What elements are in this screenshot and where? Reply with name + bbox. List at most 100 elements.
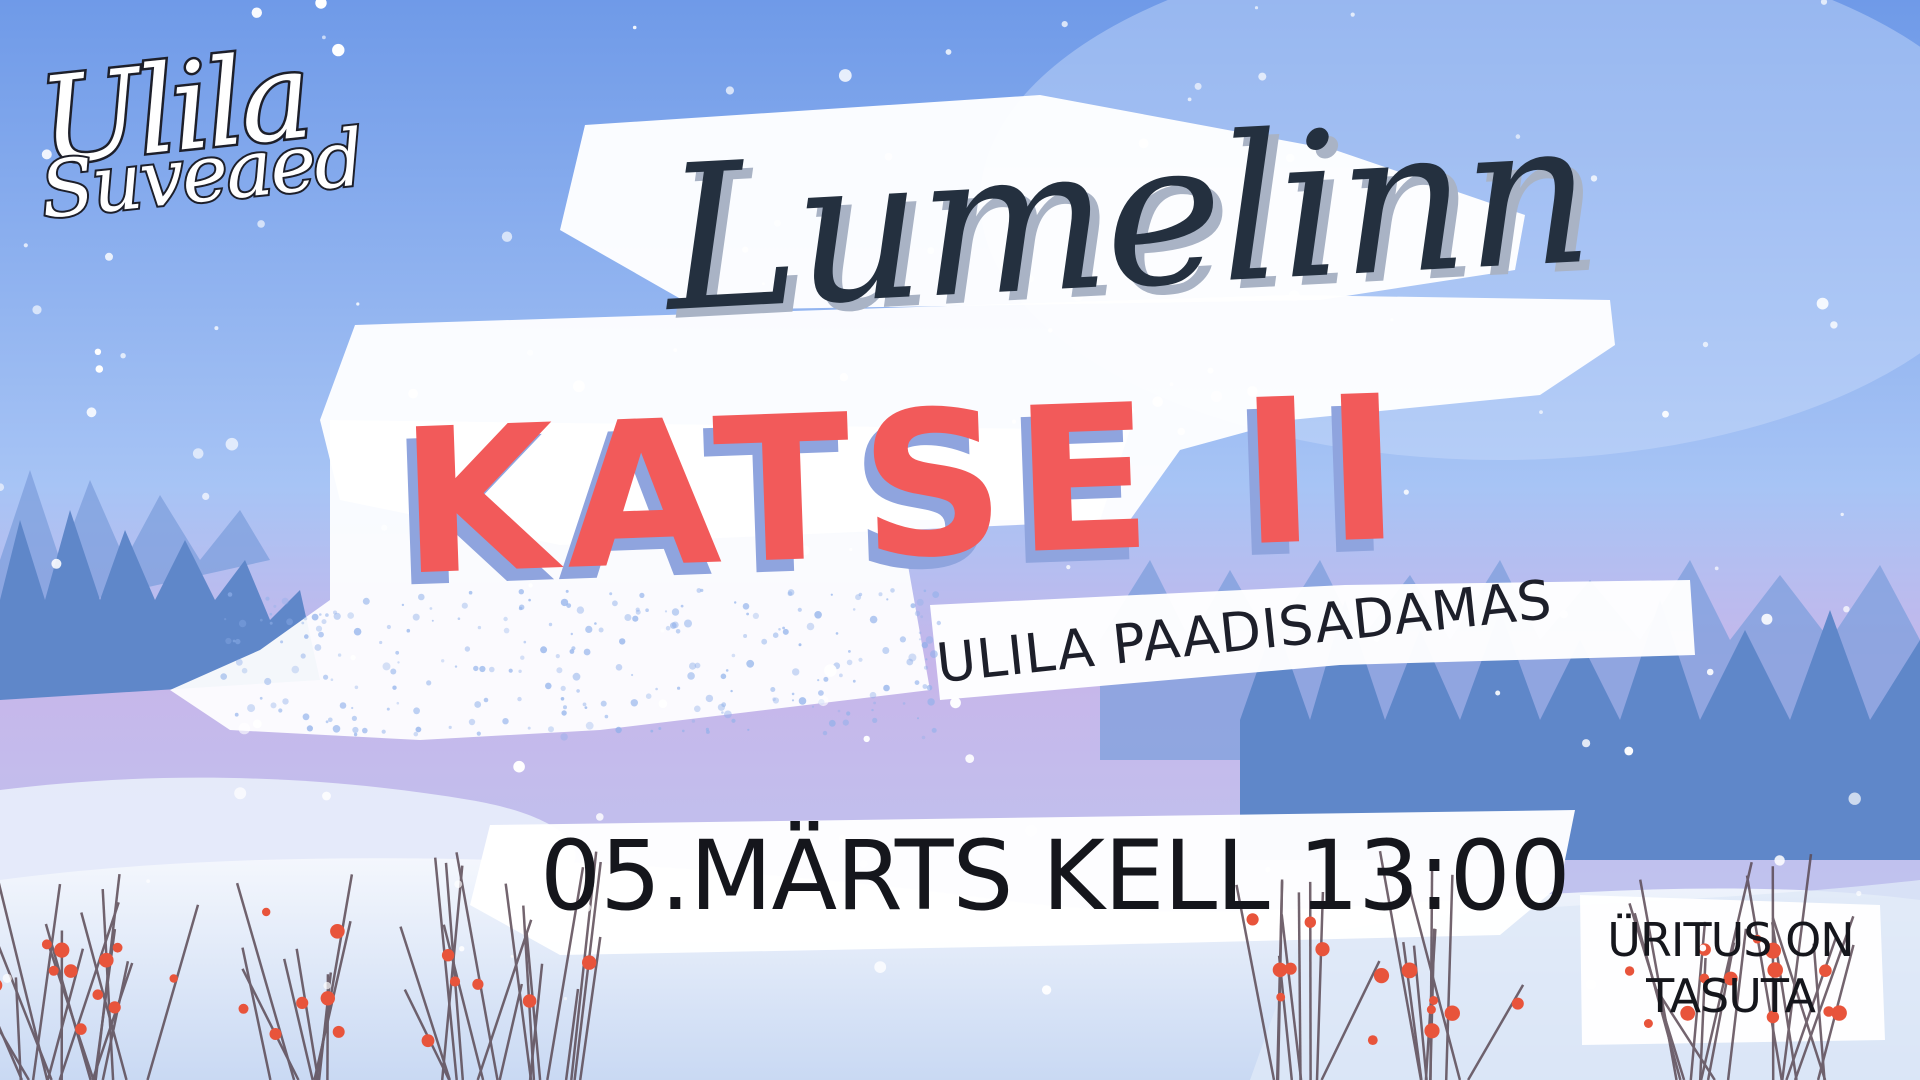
- brush-speckle: [782, 628, 789, 635]
- brush-speckle: [823, 676, 829, 682]
- brush-speckle: [270, 702, 277, 709]
- brush-speckle: [585, 625, 593, 634]
- brush-speckle: [362, 597, 370, 605]
- brush-speckle: [520, 655, 525, 660]
- brush-speckle: [502, 718, 509, 725]
- brush-speckle: [259, 618, 263, 622]
- red-berry: [1401, 962, 1418, 979]
- brush-speckle: [584, 706, 588, 709]
- brush-speckle: [828, 719, 836, 727]
- snowflake: [1194, 82, 1202, 90]
- brush-speckle: [354, 685, 359, 690]
- snowflake: [323, 981, 331, 990]
- snowflake: [501, 231, 513, 242]
- snowflake: [660, 628, 665, 633]
- brush-speckle: [724, 710, 732, 719]
- red-berry: [330, 924, 345, 939]
- brush-speckle: [247, 704, 256, 713]
- brush-speckle: [426, 680, 432, 686]
- red-berry: [441, 949, 455, 962]
- brush-speckle: [303, 616, 308, 621]
- snowflake: [1624, 746, 1634, 756]
- snowflake: [225, 437, 239, 451]
- snowflake: [381, 524, 388, 531]
- brush-speckle: [225, 637, 232, 645]
- brush-speckle: [746, 612, 749, 616]
- snowflake: [202, 492, 210, 500]
- snowflake: [563, 997, 568, 1001]
- brush-speckle: [477, 625, 482, 630]
- snowflake: [105, 252, 113, 261]
- snowflake: [120, 353, 126, 359]
- brush-speckle: [846, 659, 853, 666]
- snowflake: [510, 954, 514, 958]
- snowflake: [1774, 855, 1785, 866]
- brush-speckle: [720, 673, 727, 680]
- brush-speckle: [337, 653, 342, 657]
- snowflake: [1585, 979, 1597, 990]
- brush-speckle: [871, 708, 874, 712]
- brush-speckle: [351, 715, 357, 722]
- red-berry: [48, 965, 59, 976]
- snowflake: [1258, 72, 1267, 81]
- brush-speckle: [806, 622, 815, 631]
- snowflake: [1590, 175, 1598, 182]
- brush-speckle: [527, 726, 531, 730]
- brush-speckle: [386, 707, 390, 711]
- brush-speckle: [914, 610, 921, 617]
- brush-speckle: [817, 679, 820, 682]
- snowflake: [94, 348, 102, 355]
- red-berry: [238, 1003, 249, 1014]
- brush-speckle: [694, 705, 701, 713]
- brush-speckle: [523, 640, 527, 644]
- brush-speckle: [454, 665, 458, 668]
- brush-speckle: [508, 668, 513, 673]
- brush-speckle: [852, 608, 856, 611]
- red-berry: [1373, 968, 1390, 984]
- red-berry: [1424, 1023, 1440, 1039]
- brush-speckle: [560, 733, 568, 741]
- brush-speckle: [730, 689, 733, 693]
- red-berry: [92, 989, 104, 1000]
- red-berry: [269, 1028, 282, 1040]
- snowflake: [322, 791, 331, 801]
- free-entry-note: ÜRITUS ON TASUTA: [1598, 912, 1863, 1024]
- brush-speckle: [379, 640, 383, 645]
- brush-speckle: [705, 694, 714, 703]
- brush-speckle: [922, 684, 928, 689]
- brush-speckle: [265, 596, 270, 601]
- brush-speckle: [630, 699, 638, 707]
- brush-speckle: [280, 640, 284, 644]
- red-berry: [54, 942, 70, 958]
- brush-speckle: [392, 685, 397, 690]
- brush-speckle: [318, 631, 324, 638]
- brush-speckle: [517, 696, 522, 702]
- brush-speckle: [743, 634, 748, 638]
- brush-speckle: [747, 728, 750, 731]
- brush-speckle: [315, 625, 323, 632]
- red-berry: [108, 1001, 121, 1014]
- red-berry: [1511, 997, 1524, 1010]
- brush-speckle: [931, 727, 937, 733]
- snowflake: [252, 719, 262, 729]
- brush-speckle: [220, 673, 227, 680]
- brush-speckle: [474, 701, 482, 708]
- brush-speckle: [583, 648, 591, 656]
- snowflake: [1714, 566, 1719, 571]
- snowflake: [945, 49, 952, 55]
- brush-speckle: [431, 619, 434, 622]
- brush-speckle: [914, 680, 920, 685]
- snowflake: [1816, 297, 1829, 310]
- snowflake: [2, 973, 12, 984]
- red-berry: [1284, 962, 1297, 975]
- brush-speckle: [464, 646, 471, 652]
- brush-speckle: [645, 693, 652, 699]
- brush-speckle: [706, 730, 710, 734]
- brush-speckle: [339, 702, 347, 709]
- snowflake: [513, 760, 525, 773]
- brush-speckle: [561, 710, 567, 716]
- brush-speckle: [232, 639, 236, 643]
- brush-speckle: [413, 707, 420, 715]
- brush-speckle: [772, 697, 776, 701]
- snowflake: [1061, 21, 1068, 28]
